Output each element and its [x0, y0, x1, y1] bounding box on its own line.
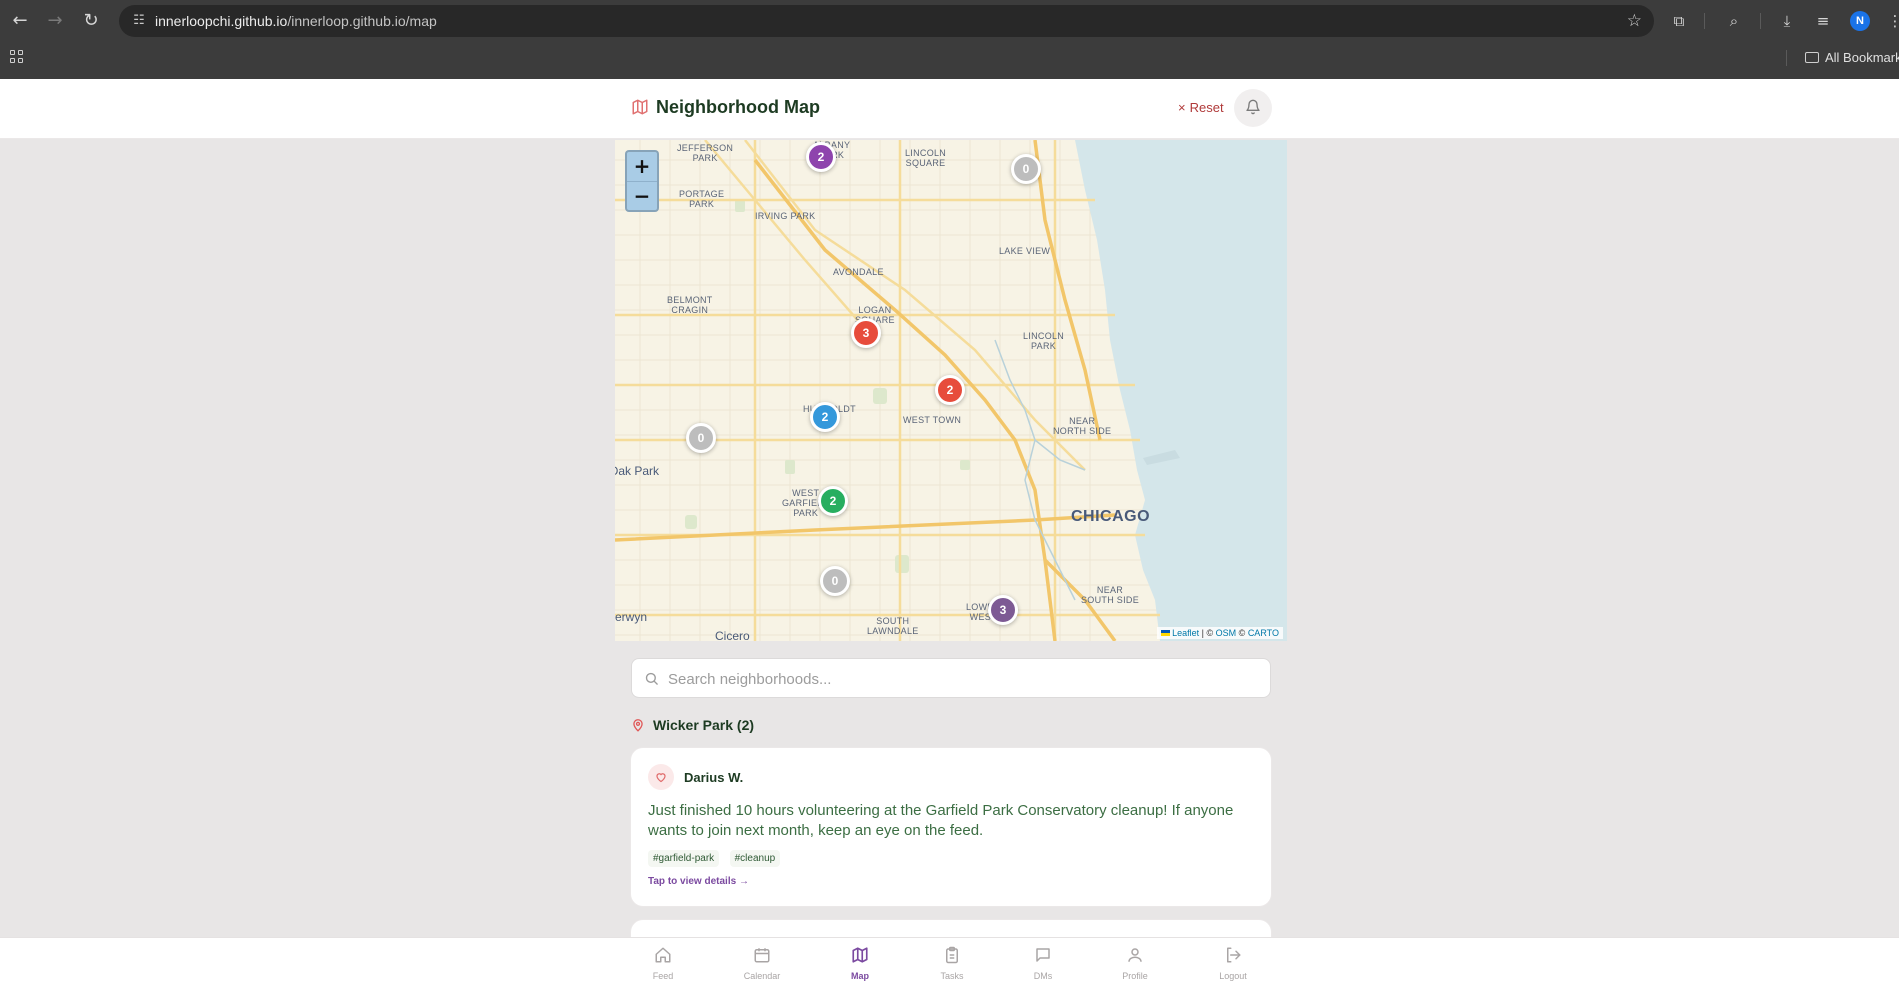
menu-icon[interactable]: ⋮: [1884, 10, 1899, 32]
search-icon: [645, 672, 658, 685]
view-details-link[interactable]: Tap to view details →: [648, 876, 749, 887]
map-marker[interactable]: 0: [820, 566, 850, 596]
nav-calendar[interactable]: Calendar: [722, 946, 802, 984]
bookmark-star-icon[interactable]: ☆: [1627, 11, 1642, 31]
toolbar-divider: [1760, 13, 1761, 29]
nav-map[interactable]: Map: [820, 946, 900, 984]
reload-icon[interactable]: ↻: [80, 10, 102, 32]
browser-toolbar: ← → ↻ ☷ innerloopchi.github.io/innerloop…: [0, 0, 1899, 42]
map-label: PORTAGE PARK: [679, 189, 725, 209]
browser-chrome: ← → ↻ ☷ innerloopchi.github.io/innerloop…: [0, 0, 1899, 79]
post-tags: #garfield-park #cleanup: [648, 848, 786, 867]
zoom-in-button[interactable]: +: [627, 152, 657, 181]
map-marker[interactable]: 2: [818, 486, 848, 516]
page-title: Neighborhood Map: [656, 97, 820, 117]
tag-chip[interactable]: #garfield-park: [648, 850, 720, 867]
bell-icon: [1246, 99, 1260, 115]
post-card[interactable]: Darius W. Just finished 10 hours volunte…: [631, 748, 1271, 906]
heart-icon: [656, 773, 666, 783]
map-icon: [852, 947, 868, 963]
nav-logout[interactable]: Logout: [1193, 946, 1273, 984]
back-icon[interactable]: ←: [9, 10, 31, 32]
map-marker[interactable]: 3: [988, 595, 1018, 625]
map-label: Berwyn: [615, 610, 648, 624]
nav-dms[interactable]: DMs: [1003, 946, 1083, 984]
lens-icon[interactable]: ⌕: [1723, 10, 1745, 32]
address-bar[interactable]: ☷ innerloopchi.github.io/innerloop.githu…: [119, 5, 1654, 37]
map-attribution: Leaflet | © OSM © CARTO: [1157, 627, 1283, 639]
message-icon: [1036, 948, 1050, 962]
nav-label: DMs: [1033, 971, 1053, 981]
neighborhood-map[interactable]: JEFFERSONPARK ALBANYPARK LINCOLNSQUARE P…: [615, 140, 1287, 641]
map-label: NEAR NORTH SIDE: [1053, 416, 1112, 436]
nav-label: Logout: [1219, 971, 1247, 981]
neighborhood-search: [631, 658, 1271, 698]
map-label: CHICAGO: [1071, 508, 1151, 525]
site-info-icon[interactable]: ☷: [131, 13, 147, 29]
ukraine-flag-icon: [1161, 630, 1171, 636]
nav-tasks[interactable]: Tasks: [912, 946, 992, 984]
extensions-icon[interactable]: ⧉: [1668, 10, 1690, 32]
bookmarks-bar: All Bookmarks: [0, 45, 1899, 71]
app-header: Neighborhood Map × Reset: [0, 79, 1899, 139]
like-button[interactable]: [648, 764, 674, 790]
nav-profile[interactable]: Profile: [1095, 946, 1175, 984]
zoom-out-button[interactable]: −: [627, 181, 657, 210]
map-pin-icon: [633, 719, 643, 732]
forward-icon[interactable]: →: [44, 10, 66, 32]
close-icon: ×: [1178, 100, 1186, 115]
map-marker[interactable]: 3: [851, 318, 881, 348]
apps-grid-icon[interactable]: [10, 50, 26, 66]
map-label: AVONDALE: [833, 267, 884, 277]
map-label: SOUTH LAWNDALE: [867, 616, 919, 636]
map-label: IRVING PARK: [755, 211, 816, 221]
carto-link[interactable]: CARTO: [1248, 628, 1279, 638]
zoom-control: + −: [625, 150, 659, 212]
folder-icon: [1805, 52, 1819, 63]
notifications-button[interactable]: [1234, 89, 1272, 127]
map-marker[interactable]: 0: [686, 423, 716, 453]
reset-button[interactable]: × Reset: [1178, 100, 1224, 115]
tag-chip[interactable]: #cleanup: [729, 850, 781, 867]
logout-icon: [1227, 947, 1241, 963]
nav-label: Map: [851, 971, 869, 981]
map-label: LINCOLN SQUARE: [905, 148, 947, 168]
nav-label: Feed: [652, 971, 674, 981]
map-marker[interactable]: 2: [806, 142, 836, 172]
osm-link[interactable]: OSM: [1216, 628, 1237, 638]
map-marker[interactable]: 0: [1011, 154, 1041, 184]
nav-label: Profile: [1122, 971, 1148, 981]
bottom-nav: Feed Calendar Map Tasks DMs Profile Logo…: [0, 937, 1899, 987]
leaflet-link[interactable]: Leaflet: [1172, 628, 1199, 638]
toolbar-divider: [1704, 13, 1705, 29]
nav-label: Tasks: [940, 971, 964, 981]
map-marker[interactable]: 2: [810, 402, 840, 432]
map-label: Oak Park: [615, 464, 660, 478]
search-input[interactable]: [668, 668, 1258, 690]
home-icon: [655, 947, 671, 963]
profile-avatar[interactable]: N: [1850, 11, 1870, 31]
map-label: BELMONT CRAGIN: [667, 295, 713, 315]
map-label: LINCOLN PARK: [1023, 331, 1065, 351]
address-url[interactable]: innerloopchi.github.io/innerloop.github.…: [155, 13, 437, 29]
nav-label: Calendar: [743, 971, 781, 981]
map-marker[interactable]: 2: [935, 375, 965, 405]
media-icon[interactable]: ≡: [1812, 10, 1834, 32]
clipboard-icon: [946, 946, 958, 964]
map-label: JEFFERSON PARK: [677, 143, 734, 163]
map-icon: [632, 99, 648, 115]
nav-feed[interactable]: Feed: [623, 946, 703, 984]
calendar-icon: [754, 948, 770, 963]
map-label: WEST TOWN: [903, 415, 962, 425]
all-bookmarks-button[interactable]: All Bookmarks: [1805, 50, 1899, 65]
post-author[interactable]: Darius W.: [684, 770, 743, 785]
bookmarks-divider: [1786, 50, 1787, 66]
user-icon: [1128, 948, 1142, 962]
download-icon[interactable]: ⤓: [1776, 10, 1798, 32]
map-label: Cicero: [715, 629, 750, 641]
map-label: NEAR SOUTH SIDE: [1081, 585, 1140, 605]
map-label: LAKE VIEW: [999, 246, 1051, 256]
post-body: Just finished 10 hours volunteering at t…: [648, 802, 1234, 839]
neighborhood-title: Wicker Park (2): [653, 717, 755, 733]
